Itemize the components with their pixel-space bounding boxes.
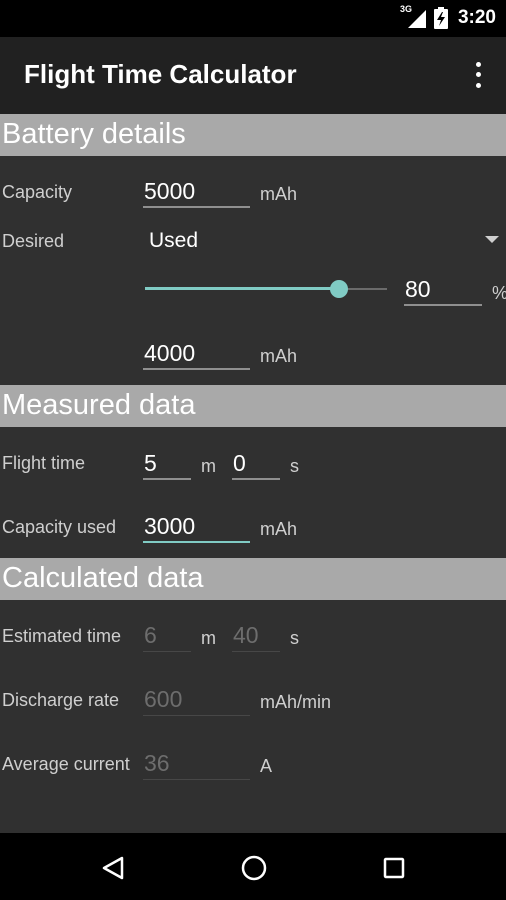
desired-label: Desired [2,231,65,251]
status-bar: 3G 3:20 [0,0,506,37]
estimated-time-label: Estimated time [2,626,122,646]
status-time: 3:20 [457,7,496,28]
slider-thumb[interactable] [329,280,348,298]
discharge-rate-label: Discharge rate [2,690,120,710]
flight-time-label: Flight time [2,453,86,473]
desired-slider[interactable] [145,280,387,298]
status-icons: 3G 3:20 [400,4,496,30]
discharge-rate-output: 600 [143,686,250,716]
home-circle-icon[interactable] [237,851,271,885]
capacity-input[interactable]: 5000 [143,178,250,208]
section-title: Battery details [2,118,186,150]
app-bar: Flight Time Calculator [0,37,506,114]
flight-minutes-unit: m [201,456,216,476]
estimated-minutes-unit: m [201,628,216,648]
desired-capacity-unit: mAh [260,346,298,366]
flight-seconds-unit: s [290,456,299,476]
recents-square-icon[interactable] [377,851,411,885]
overflow-dot [475,61,481,67]
section-title: Measured data [2,389,196,421]
average-current-unit: A [260,756,273,776]
capacity-unit: mAh [260,184,298,204]
discharge-rate-unit: mAh/min [260,692,332,712]
section-header-calculated: Calculated data [0,558,506,600]
estimated-seconds-output: 40 [232,622,280,652]
average-current-label: Average current [2,754,130,774]
desired-capacity-input[interactable]: 4000 [143,340,250,370]
dropdown-arrow-icon [485,236,499,243]
capacity-label: Capacity [2,182,73,202]
estimated-minutes-output: 6 [143,622,191,652]
average-current-output: 36 [143,750,250,780]
flight-seconds-input[interactable]: 0 [232,450,280,480]
battery-charging-icon [433,7,448,29]
overflow-dot [475,72,481,78]
section-title: Calculated data [2,562,204,594]
percent-input[interactable]: 80 [404,276,482,306]
app-title: Flight Time Calculator [24,59,297,89]
estimated-seconds-unit: s [290,628,299,648]
section-header-measured: Measured data [0,385,506,427]
overflow-dot [475,83,481,89]
capacity-used-unit: mAh [260,519,298,539]
capacity-used-label: Capacity used [2,517,117,537]
desired-spinner-value: Used [149,229,199,252]
section-header-battery: Battery details [0,114,506,156]
capacity-used-input[interactable]: 3000 [143,513,250,543]
more-vert-icon[interactable] [466,59,490,91]
signal-3g-icon: 3G [400,4,428,28]
navigation-bar [0,833,506,900]
percent-unit: % [492,283,506,304]
slider-fill [145,287,339,290]
flight-minutes-input[interactable]: 5 [143,450,191,480]
back-triangle-icon[interactable] [96,851,130,885]
